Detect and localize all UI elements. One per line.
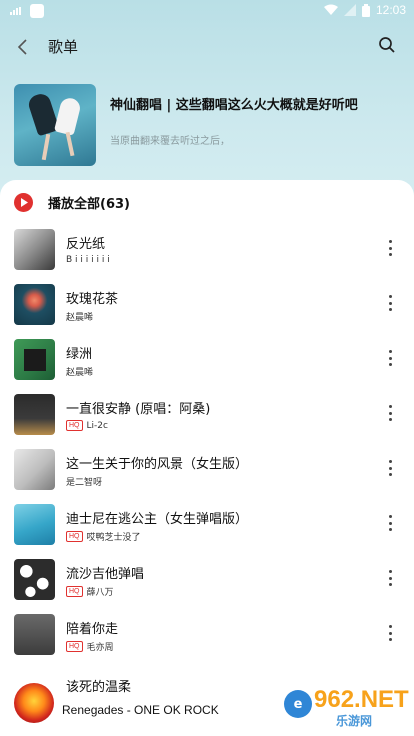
now-playing-title: Renegades - ONE OK ROCK xyxy=(62,703,219,717)
song-artist: 哎鸭芝士没了 xyxy=(86,533,141,543)
song-row[interactable]: 反光纸 B i i i i i i i xyxy=(0,225,414,280)
watermark-text: 962.NET xyxy=(314,686,409,713)
playlist-cover[interactable] xyxy=(14,84,96,166)
app-header: 歌单 xyxy=(0,30,414,64)
hq-badge: HQ xyxy=(66,641,83,652)
more-options-icon[interactable] xyxy=(386,570,394,586)
more-options-icon[interactable] xyxy=(386,460,394,476)
playlist-description[interactable]: 当原曲翻来覆去听过之后， xyxy=(110,132,230,147)
song-title: 反光纸 xyxy=(66,237,106,252)
more-options-icon[interactable] xyxy=(386,515,394,531)
song-row[interactable]: 流沙吉他弹唱 HQ 薛八万 xyxy=(0,555,414,610)
page-title: 歌单 xyxy=(48,38,79,56)
search-button[interactable] xyxy=(378,36,400,58)
now-playing-cover[interactable] xyxy=(14,683,54,723)
song-artist: 毛亦周 xyxy=(86,643,114,653)
song-artist: 是二智呀 xyxy=(66,478,103,488)
play-all-label: 播放全部(63) xyxy=(48,196,130,212)
song-artist: 赵晨唏 xyxy=(66,313,94,323)
song-artist: 薛八万 xyxy=(86,588,114,598)
song-title: 陪着你走 xyxy=(66,622,119,637)
hq-badge: HQ xyxy=(66,420,83,431)
hq-badge: HQ xyxy=(66,531,83,542)
song-row[interactable]: 绿洲 赵晨唏 xyxy=(0,335,414,390)
song-thumbnail xyxy=(14,614,55,655)
back-button[interactable] xyxy=(12,36,34,58)
more-options-icon[interactable] xyxy=(386,625,394,641)
status-time: 12:03 xyxy=(375,3,406,17)
play-icon xyxy=(14,192,33,212)
song-row[interactable]: 迪士尼在逃公主（女生弹唱版） HQ 哎鸭芝士没了 xyxy=(0,500,414,555)
song-row[interactable]: 这一生关于你的风景（女生版） 是二智呀 xyxy=(0,445,414,500)
song-thumbnail xyxy=(14,284,55,325)
song-row[interactable]: 玫瑰花茶 赵晨唏 xyxy=(0,280,414,335)
song-thumbnail xyxy=(14,449,55,490)
song-thumbnail xyxy=(14,504,55,545)
wifi-icon xyxy=(323,4,338,15)
more-options-icon[interactable] xyxy=(386,405,394,421)
song-title: 迪士尼在逃公主（女生弹唱版） xyxy=(66,512,249,527)
song-thumbnail xyxy=(14,559,55,600)
search-icon xyxy=(379,37,395,53)
song-artist: 赵晨唏 xyxy=(66,368,94,378)
playlist-title: 神仙翻唱 | 这些翻唱这么火大概就是好听吧 xyxy=(110,98,358,113)
more-options-icon[interactable] xyxy=(386,240,394,256)
play-all-button[interactable]: 播放全部(63) xyxy=(14,192,130,212)
song-title: 绿洲 xyxy=(66,347,93,362)
song-list-card: 播放全部(63) 反光纸 B i i i i i i i 玫瑰花茶 赵晨唏 绿洲… xyxy=(0,180,414,736)
song-artist: Li-2c xyxy=(86,420,108,431)
song-title: 流沙吉他弹唱 xyxy=(66,567,145,582)
song-title: 这一生关于你的风景（女生版） xyxy=(66,457,249,472)
site-watermark: e 962.NET 乐游网 xyxy=(284,686,409,730)
notification-icon xyxy=(10,7,22,15)
song-thumbnail xyxy=(14,394,55,435)
app-notification-icon xyxy=(30,4,44,18)
hq-badge: HQ xyxy=(66,586,83,597)
chevron-left-icon xyxy=(17,39,27,55)
status-bar: 12:03 xyxy=(0,0,414,24)
song-thumbnail xyxy=(14,229,55,270)
song-row[interactable]: 一直很安静 (原唱：阿桑) HQ Li-2c xyxy=(0,390,414,445)
more-options-icon[interactable] xyxy=(386,350,394,366)
watermark-logo-icon: e xyxy=(284,690,312,718)
signal-icon xyxy=(343,4,356,16)
song-row[interactable]: 陪着你走 HQ 毛亦周 xyxy=(0,610,414,665)
song-artist: B i i i i i i i xyxy=(66,255,110,265)
battery-icon xyxy=(361,3,370,17)
watermark-subtext: 乐游网 xyxy=(336,714,373,728)
song-title: 玫瑰花茶 xyxy=(66,292,119,307)
song-list: 反光纸 B i i i i i i i 玫瑰花茶 赵晨唏 绿洲 赵晨唏 一直很安… xyxy=(0,225,414,665)
song-thumbnail xyxy=(14,339,55,380)
more-options-icon[interactable] xyxy=(386,295,394,311)
song-title: 一直很安静 (原唱：阿桑) xyxy=(66,402,211,417)
